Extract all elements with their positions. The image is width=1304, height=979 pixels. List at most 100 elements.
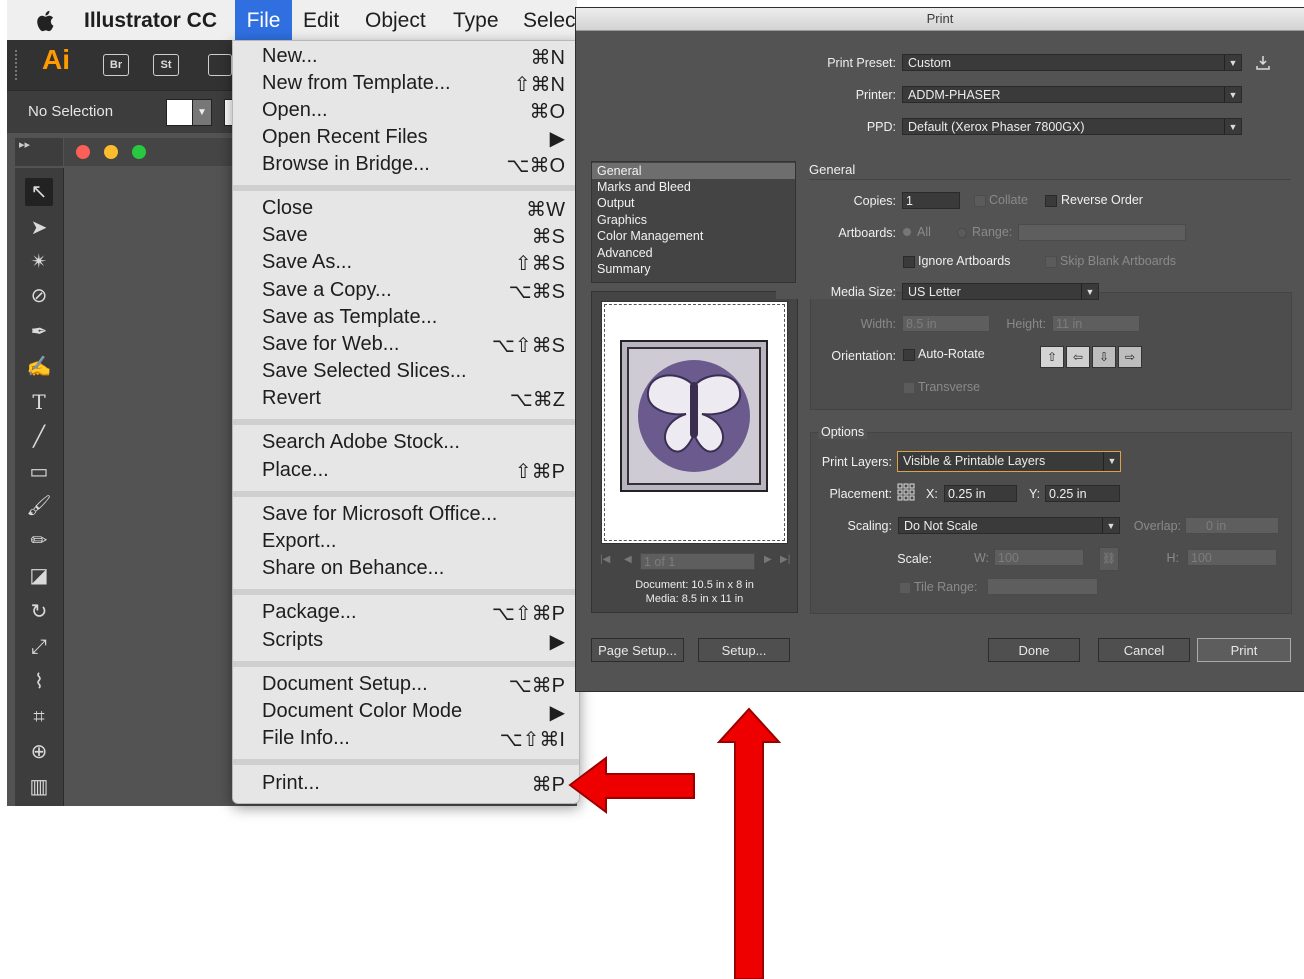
auto-rotate-checkbox[interactable]: [903, 349, 915, 361]
constrain-proportions-icon[interactable]: ⛓: [1099, 547, 1119, 571]
menu-item-export[interactable]: Export...: [262, 530, 567, 556]
landscape-orientation-icon[interactable]: ⇦: [1066, 346, 1090, 368]
page-setup-button[interactable]: Page Setup...: [591, 638, 684, 662]
category-marks-and-bleed[interactable]: Marks and Bleed: [592, 179, 795, 195]
pencil-tool-icon[interactable]: ✏: [25, 527, 53, 555]
menu-item-save-as-template[interactable]: Save as Template...: [262, 306, 567, 332]
stock-button[interactable]: St: [153, 54, 179, 76]
rotate-tool-icon[interactable]: ↻: [25, 598, 53, 626]
category-color-management[interactable]: Color Management: [592, 228, 795, 244]
magic-wand-tool-icon[interactable]: ✴: [25, 248, 53, 276]
placement-grid-icon[interactable]: [897, 483, 915, 501]
menu-item-save-for-web[interactable]: Save for Web... ⌥⇧⌘S: [262, 333, 567, 359]
cancel-button[interactable]: Cancel: [1098, 638, 1190, 662]
scale-height-input[interactable]: 100: [1187, 549, 1277, 566]
type-tool-icon[interactable]: T: [25, 388, 53, 416]
y-input[interactable]: 0.25 in: [1045, 485, 1120, 502]
menu-item-new[interactable]: New... ⌘N: [262, 45, 567, 71]
flipped-landscape-orientation-icon[interactable]: ⇨: [1118, 346, 1142, 368]
menu-item-place[interactable]: Place... ⇧⌘P: [262, 459, 567, 485]
last-page-icon[interactable]: ▶|: [780, 554, 790, 565]
menu-item-share-on-behance[interactable]: Share on Behance...: [262, 557, 567, 583]
range-input[interactable]: [1018, 224, 1186, 241]
x-input[interactable]: 0.25 in: [944, 485, 1017, 502]
print-preset-select[interactable]: Custom ▼: [902, 54, 1242, 71]
category-general[interactable]: General: [592, 163, 795, 179]
menu-item-save-a-copy[interactable]: Save a Copy... ⌥⌘S: [262, 279, 567, 305]
tile-range-checkbox[interactable]: [899, 582, 911, 594]
print-button[interactable]: Print: [1197, 638, 1291, 662]
copies-input[interactable]: 1: [902, 192, 960, 209]
minimize-window-icon[interactable]: [104, 145, 118, 159]
fill-swatch[interactable]: [166, 99, 193, 126]
line-tool-icon[interactable]: ╱: [25, 423, 53, 451]
paintbrush-tool-icon[interactable]: 🖌: [25, 492, 53, 520]
range-radio[interactable]: [957, 228, 967, 238]
transverse-checkbox[interactable]: [903, 382, 915, 394]
eraser-tool-icon[interactable]: ◪: [25, 562, 53, 590]
portrait-orientation-icon[interactable]: ⇧: [1040, 346, 1064, 368]
menu-item-save-as[interactable]: Save As... ⇧⌘S: [262, 251, 567, 277]
scale-width-input[interactable]: 100: [994, 549, 1084, 566]
apple-icon[interactable]: [33, 8, 59, 34]
pen-tool-icon[interactable]: ✒: [25, 318, 53, 346]
skip-blank-artboards-checkbox[interactable]: [1045, 256, 1057, 268]
menu-item-print[interactable]: Print... ⌘P: [262, 772, 567, 798]
printer-select[interactable]: ADDM-PHASER ▼: [902, 86, 1242, 103]
menu-item-package[interactable]: Package... ⌥⇧⌘P: [262, 601, 567, 627]
prev-page-icon[interactable]: ◀: [624, 554, 632, 565]
menu-item-save[interactable]: Save ⌘S: [262, 224, 567, 250]
menu-item-revert[interactable]: Revert ⌥⌘Z: [262, 387, 567, 413]
ignore-artboards-checkbox[interactable]: [903, 256, 915, 268]
category-output[interactable]: Output: [592, 195, 795, 211]
media-size-select[interactable]: US Letter ▼: [902, 283, 1099, 300]
close-window-icon[interactable]: [76, 145, 90, 159]
menu-item-search-adobe-stock[interactable]: Search Adobe Stock...: [262, 431, 567, 457]
category-advanced[interactable]: Advanced: [592, 245, 795, 261]
shape-builder-tool-icon[interactable]: ⊕: [25, 738, 53, 766]
file-menu[interactable]: File: [235, 0, 292, 40]
setup-button[interactable]: Setup...: [698, 638, 790, 662]
category-summary[interactable]: Summary: [592, 261, 795, 277]
menu-item-browse-in-bridge[interactable]: Browse in Bridge... ⌥⌘O: [262, 153, 567, 179]
object-menu[interactable]: Object: [365, 0, 426, 40]
overlap-input[interactable]: 0 in: [1185, 517, 1279, 534]
menu-item-new-from-template[interactable]: New from Template... ⇧⌘N: [262, 72, 567, 98]
page-number-field[interactable]: 1 of 1: [640, 553, 755, 570]
menu-item-save-selected-slices[interactable]: Save Selected Slices...: [262, 360, 567, 386]
fill-dropdown-icon[interactable]: ▼: [192, 99, 212, 126]
all-radio[interactable]: [903, 228, 911, 236]
ppd-select[interactable]: Default (Xerox Phaser 7800GX) ▼: [902, 118, 1242, 135]
type-menu[interactable]: Type: [453, 0, 499, 40]
menu-item-document-color-mode[interactable]: Document Color Mode ▶: [262, 700, 567, 726]
menu-item-scripts[interactable]: Scripts ▶: [262, 629, 567, 655]
edit-menu[interactable]: Edit: [303, 0, 339, 40]
flipped-portrait-orientation-icon[interactable]: ⇩: [1092, 346, 1116, 368]
bridge-button[interactable]: Br: [103, 54, 129, 76]
print-layers-select[interactable]: Visible & Printable Layers ▼: [897, 451, 1121, 472]
select-menu[interactable]: Selec: [523, 0, 576, 40]
graph-tool-icon[interactable]: ▥: [25, 773, 53, 801]
lasso-tool-icon[interactable]: ⊘: [25, 282, 53, 310]
menu-item-file-info[interactable]: File Info... ⌥⇧⌘I: [262, 727, 567, 753]
width-input[interactable]: 8.5 in: [902, 315, 990, 332]
menu-item-open[interactable]: Open... ⌘O: [262, 99, 567, 125]
category-graphics[interactable]: Graphics: [592, 212, 795, 228]
scaling-select[interactable]: Do Not Scale ▼: [898, 517, 1120, 534]
collate-checkbox[interactable]: [974, 195, 986, 207]
menu-item-open-recent[interactable]: Open Recent Files ▶: [262, 126, 567, 152]
direct-selection-tool-icon[interactable]: ➤: [25, 214, 53, 242]
menu-item-document-setup[interactable]: Document Setup... ⌥⌘P: [262, 673, 567, 699]
rectangle-tool-icon[interactable]: ▭: [25, 458, 53, 486]
save-preset-icon[interactable]: [1255, 55, 1271, 71]
scale-tool-icon[interactable]: ⤢: [25, 633, 53, 661]
menu-item-save-for-microsoft-office[interactable]: Save for Microsoft Office...: [262, 503, 567, 529]
free-transform-tool-icon[interactable]: ⌗: [25, 703, 53, 731]
tile-range-input[interactable]: [987, 578, 1098, 595]
workspace-icon[interactable]: [208, 54, 232, 76]
height-input[interactable]: 11 in: [1052, 315, 1140, 332]
zoom-window-icon[interactable]: [132, 145, 146, 159]
first-page-icon[interactable]: |◀: [600, 554, 610, 565]
menu-item-close[interactable]: Close ⌘W: [262, 197, 567, 223]
reverse-order-checkbox[interactable]: [1045, 195, 1057, 207]
